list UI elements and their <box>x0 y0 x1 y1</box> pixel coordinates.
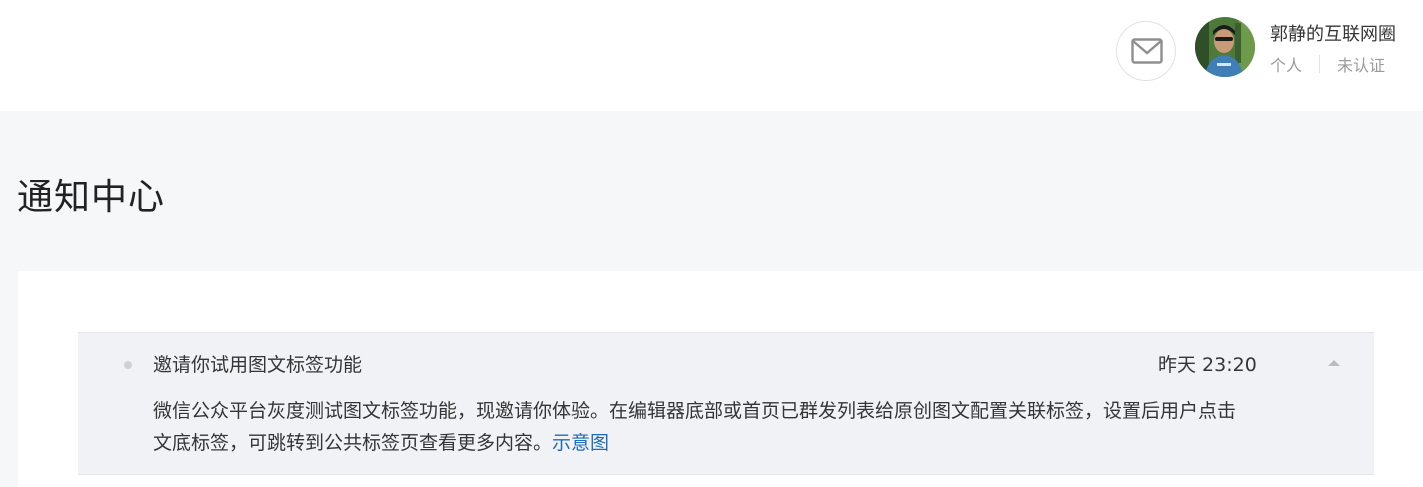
notification-body-text: 微信公众平台灰度测试图文标签功能，现邀请你体验。在编辑器底部或首页已群发列表给原… <box>153 400 1237 454</box>
mail-icon <box>1131 38 1163 64</box>
notification-body: 微信公众平台灰度测试图文标签功能，现邀请你体验。在编辑器底部或首页已群发列表给原… <box>153 395 1253 459</box>
account-name[interactable]: 郭静的互联网圈 <box>1270 20 1396 46</box>
read-status-dot-icon <box>124 361 132 369</box>
top-bar: 郭静的互联网圈 个人 未认证 <box>0 0 1423 111</box>
avatar-photo-icon <box>1195 17 1255 77</box>
diagram-link[interactable]: 示意图 <box>552 432 609 454</box>
collapse-arrow-icon[interactable] <box>1328 357 1340 369</box>
avatar[interactable] <box>1195 17 1255 77</box>
account-type: 个人 <box>1270 56 1303 75</box>
meta-divider <box>1319 55 1321 73</box>
notification-panel: 邀请你试用图文标签功能 昨天 23:20 微信公众平台灰度测试图文标签功能，现邀… <box>18 271 1423 487</box>
notification-item[interactable]: 邀请你试用图文标签功能 昨天 23:20 微信公众平台灰度测试图文标签功能，现邀… <box>78 332 1374 475</box>
notification-title[interactable]: 邀请你试用图文标签功能 <box>153 350 362 377</box>
account-meta: 个人 未认证 <box>1270 52 1385 76</box>
mail-button[interactable] <box>1116 21 1176 81</box>
notification-time: 昨天 23:20 <box>1158 354 1257 376</box>
page-title: 通知中心 <box>17 177 166 218</box>
verification-status[interactable]: 未认证 <box>1337 52 1385 76</box>
